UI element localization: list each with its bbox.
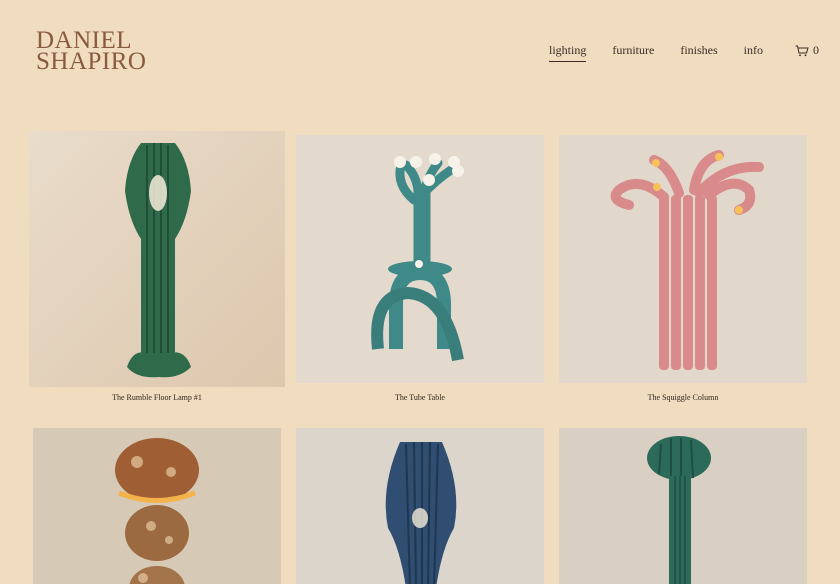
product-image-squiggle-column[interactable] xyxy=(559,135,807,383)
product-image-5[interactable] xyxy=(296,428,544,584)
product-image-tube-table[interactable] xyxy=(296,135,544,383)
brand-line-2: SHAPIRO xyxy=(36,48,147,75)
product-title-1[interactable]: The Rumble Floor Lamp #1 xyxy=(29,393,285,402)
product-image-rumble-floor-lamp[interactable] xyxy=(29,131,285,387)
nav-item-furniture[interactable]: furniture xyxy=(612,43,654,58)
nav-item-finishes[interactable]: finishes xyxy=(680,43,717,58)
brand-logo[interactable]: DANIEL SHAPIRO xyxy=(36,28,147,75)
product-title-2[interactable]: The Tube Table xyxy=(296,393,544,402)
product-image-4[interactable] xyxy=(33,428,281,584)
nav-item-lighting[interactable]: lighting xyxy=(549,43,587,62)
product-title-3[interactable]: The Squiggle Column xyxy=(559,393,807,402)
nav-item-info[interactable]: info xyxy=(744,43,763,58)
product-image-6[interactable] xyxy=(559,428,807,584)
cart-button[interactable]: 0 xyxy=(795,43,819,58)
cart-icon xyxy=(795,45,809,56)
main-nav: lighting furniture finishes info 0 xyxy=(549,43,819,62)
page: DANIEL SHAPIRO lighting furniture finish… xyxy=(0,0,840,584)
cart-count: 0 xyxy=(813,43,820,57)
